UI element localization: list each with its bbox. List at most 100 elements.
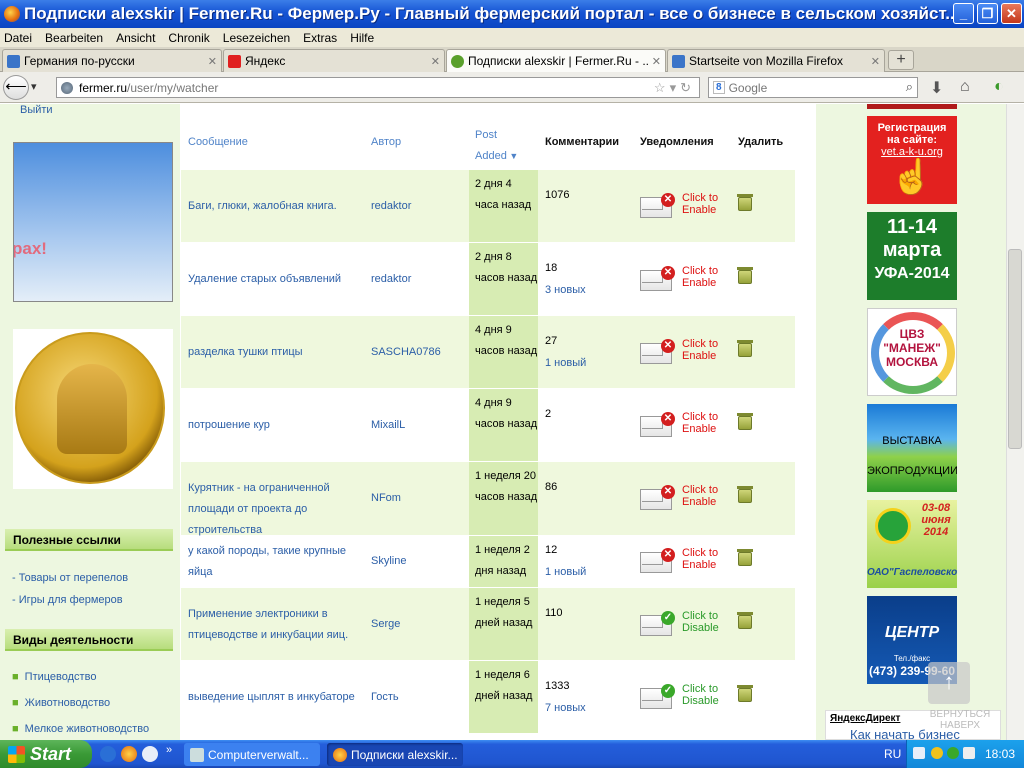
message-link[interactable]: Применение электроники в птицеводстве и … [188, 604, 364, 646]
menu-ansicht[interactable]: Ansicht [116, 31, 155, 45]
close-button[interactable]: ✕ [1001, 3, 1022, 24]
task-computerverwaltung[interactable]: Computerverwalt... [184, 743, 320, 766]
show-desktop-icon[interactable] [100, 746, 116, 762]
tab-fermer[interactable]: Подписки alexskir | Fermer.Ru - ... ✕ [446, 49, 666, 72]
close-tab-icon[interactable]: ✕ [652, 55, 661, 68]
useful-link[interactable]: - Товары от перепелов [12, 572, 128, 584]
notification-state[interactable]: Click to Disable [682, 610, 722, 634]
delete-icon[interactable] [737, 339, 753, 357]
new-comments-link[interactable]: 3 новых [545, 280, 586, 301]
author-link[interactable]: MixailL [371, 415, 405, 436]
task-firefox[interactable]: Подписки alexskir... [327, 743, 463, 766]
message-link[interactable]: потрошение кур [188, 405, 364, 447]
notification-toggle[interactable]: ✕ Click to Enable [640, 189, 720, 219]
search-input[interactable]: Google [729, 81, 768, 95]
author-link[interactable]: redaktor [371, 269, 411, 290]
url-bar[interactable]: fermer.ru /user/my/watcher ☆▾↻ [56, 77, 700, 98]
stolypin-prize-banner[interactable] [13, 329, 173, 489]
tray-volume-icon[interactable] [963, 747, 975, 759]
ufa-2014-ad[interactable]: 11-14 марта УФА-2014 [867, 212, 957, 300]
activity-item[interactable]: ■ Животноводство [12, 697, 110, 709]
delete-icon[interactable] [737, 549, 753, 566]
delete-icon[interactable] [737, 412, 753, 430]
notification-state[interactable]: Click to Enable [682, 547, 722, 571]
back-button[interactable]: ⟵ [3, 75, 29, 100]
back-to-top-icon[interactable]: ↑ [928, 662, 970, 704]
author-link[interactable]: NFom [371, 488, 401, 509]
tab-yandex[interactable]: Яндекс ✕ [223, 49, 445, 72]
delete-icon[interactable] [737, 486, 753, 503]
new-tab-button[interactable]: + [888, 50, 914, 70]
delete-icon[interactable] [737, 684, 753, 702]
header-post-added[interactable]: Post Added ▼ [475, 125, 525, 167]
notification-toggle[interactable]: ✕ Click to Enable [640, 262, 720, 292]
close-tab-icon[interactable]: ✕ [208, 55, 217, 68]
header-author[interactable]: Автор [371, 136, 401, 148]
notification-toggle[interactable]: ✕ Click to Enable [640, 481, 720, 511]
notification-state[interactable]: Click to Enable [682, 338, 722, 362]
gastellovskoe-ad[interactable]: 03-08 июня 2014 ОАО"Гаспеловское" [867, 500, 957, 588]
start-button[interactable]: Start [0, 740, 92, 768]
search-engine-icon[interactable]: 8 [713, 81, 725, 94]
message-link[interactable]: выведение цыплят в инкубаторе [188, 677, 364, 719]
close-tab-icon[interactable]: ✕ [871, 55, 880, 68]
message-link[interactable]: Курятник - на ограниченной площади от пр… [188, 478, 364, 541]
menu-datei[interactable]: Datei [4, 31, 32, 45]
new-comments-link[interactable]: 1 новый [545, 562, 586, 583]
delete-icon[interactable] [737, 266, 753, 284]
language-indicator[interactable]: RU [884, 747, 901, 761]
left-banner-ad[interactable]: рах! [13, 142, 173, 302]
history-dropdown-icon[interactable]: ▾ [31, 80, 37, 93]
tray-shield-icon[interactable] [931, 747, 943, 759]
notification-state[interactable]: Click to Enable [682, 192, 722, 216]
back-to-top-label[interactable]: ВЕРНУТЬСЯ НАВЕРХ [920, 709, 1000, 731]
bookmark-star-icon[interactable]: ☆▾↻ [654, 80, 695, 96]
message-link[interactable]: Удаление старых объявлений [188, 259, 364, 301]
menu-chronik[interactable]: Chronik [168, 31, 209, 45]
message-link[interactable]: Баги, глюки, жалобная книга. [188, 186, 364, 228]
media-player-icon[interactable] [142, 746, 158, 762]
delete-icon[interactable] [737, 193, 753, 211]
quicklaunch-more-icon[interactable]: » [166, 744, 172, 756]
maximize-button[interactable]: ❐ [977, 3, 998, 24]
author-link[interactable]: Serge [371, 614, 400, 635]
search-icon[interactable]: ⌕ [906, 79, 913, 95]
tray-app-icon[interactable] [913, 747, 925, 759]
author-link[interactable]: Skyline [371, 551, 406, 572]
tray-network-icon[interactable] [947, 747, 959, 759]
clock[interactable]: 18:03 [985, 747, 1015, 761]
tab-germany[interactable]: Германия по-русски ✕ [2, 49, 222, 72]
author-link[interactable]: Гость [371, 687, 399, 708]
eco-exhibition-ad[interactable]: ВЫСТАВКА ЭКОПРОДУКЦИИ [867, 404, 957, 492]
tab-firefox-start[interactable]: Startseite von Mozilla Firefox ✕ [667, 49, 885, 72]
notification-toggle[interactable]: ✕ Click to Enable [640, 544, 720, 574]
notification-state[interactable]: Click to Enable [682, 265, 722, 289]
notification-toggle[interactable]: ✓ Click to Disable [640, 607, 720, 637]
menu-lesezeichen[interactable]: Lesezeichen [223, 31, 290, 45]
search-bar[interactable]: 8 Google ⌕ [708, 77, 918, 98]
menu-extras[interactable]: Extras [303, 31, 337, 45]
new-comments-link[interactable]: 7 новых [545, 698, 586, 719]
header-message[interactable]: Сообщение [188, 136, 248, 148]
activity-item[interactable]: ■ Мелкое животноводство [12, 723, 149, 735]
notification-toggle[interactable]: ✕ Click to Enable [640, 408, 720, 438]
author-link[interactable]: SASCHA0786 [371, 342, 441, 363]
useful-link[interactable]: - Игры для фермеров [12, 594, 123, 606]
notification-toggle[interactable]: ✕ Click to Enable [640, 335, 720, 365]
notification-state[interactable]: Click to Enable [682, 411, 722, 435]
notification-state[interactable]: Click to Enable [682, 484, 722, 508]
menu-hilfe[interactable]: Hilfe [350, 31, 374, 45]
author-link[interactable]: redaktor [371, 196, 411, 217]
manezh-ad[interactable]: ЦВЗ "МАНЕЖ" МОСКВА [867, 308, 957, 396]
notification-toggle[interactable]: ✓ Click to Disable [640, 680, 720, 710]
addon-icon[interactable]: ◐ [994, 78, 1004, 96]
scrollbar-thumb[interactable] [1008, 249, 1022, 449]
minimize-button[interactable]: _ [953, 3, 974, 24]
close-tab-icon[interactable]: ✕ [431, 55, 440, 68]
delete-icon[interactable] [737, 611, 753, 629]
notification-state[interactable]: Click to Disable [682, 683, 722, 707]
new-comments-link[interactable]: 1 новый [545, 353, 586, 374]
message-link[interactable]: разделка тушки птицы [188, 332, 364, 374]
activity-item[interactable]: ■ Птицеводство [12, 671, 96, 683]
logout-link[interactable]: Выйти [20, 104, 53, 116]
